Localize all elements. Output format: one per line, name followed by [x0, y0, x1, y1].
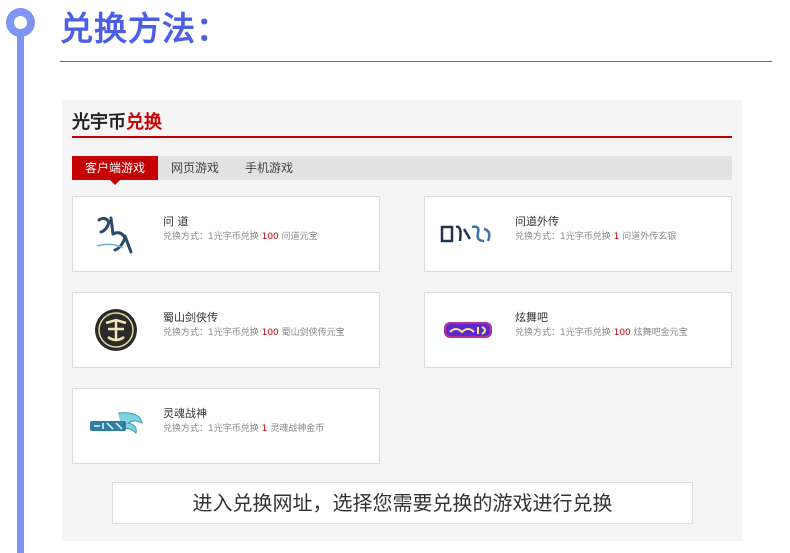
- exchange-rate: 100: [613, 328, 631, 338]
- exchange-description: 兑换方式：1光宇币兑换 1 问道外传玄银: [515, 232, 677, 242]
- game-name: 问 道: [163, 215, 189, 228]
- tab-web-games[interactable]: 网页游戏: [158, 156, 232, 180]
- game-name: 蜀山剑侠传: [163, 311, 218, 324]
- exchange-rate: 100: [261, 328, 279, 338]
- game-card-linghun[interactable]: 灵魂战神 兑换方式：1光宇币兑换 1 灵魂战神金币: [72, 388, 380, 464]
- game-type-tabs: 客户端游戏 网页游戏 手机游戏: [72, 156, 732, 185]
- exchange-rate: 100: [261, 232, 279, 242]
- exchange-description: 兑换方式：1光宇币兑换 100 蜀山剑侠传元宝: [163, 328, 345, 338]
- title-divider: [60, 61, 772, 62]
- panel-header: 光宇币兑换: [72, 108, 162, 134]
- exchange-description: 兑换方式：1光宇币兑换 100 问道元宝: [163, 232, 318, 242]
- game-name: 炫舞吧: [515, 311, 548, 324]
- game-name: 灵魂战神: [163, 407, 207, 420]
- linghun-logo-icon: [85, 403, 147, 449]
- panel-divider: [72, 136, 732, 138]
- wendao-logo-icon: [85, 211, 147, 257]
- game-card-wendao-waizhuan[interactable]: 问道外传 兑换方式：1光宇币兑换 1 问道外传玄银: [424, 196, 732, 272]
- panel-header-accent: 兑换: [126, 112, 162, 133]
- tab-mobile-games[interactable]: 手机游戏: [232, 156, 306, 180]
- panel-header-main: 光宇币: [72, 112, 126, 133]
- shushan-logo-icon: [85, 307, 147, 353]
- wendao-waizhuan-logo-icon: [437, 211, 499, 257]
- game-card-shushan[interactable]: 蜀山剑侠传 兑换方式：1光宇币兑换 100 蜀山剑侠传元宝: [72, 292, 380, 368]
- game-card-xuanwuba[interactable]: 炫舞吧 兑换方式：1光宇币兑换 100 炫舞吧金元宝: [424, 292, 732, 368]
- exchange-description: 兑换方式：1光宇币兑换 100 炫舞吧金元宝: [515, 328, 688, 338]
- timeline-line: [17, 30, 24, 553]
- exchange-panel: 光宇币兑换 客户端游戏 网页游戏 手机游戏 问 道 兑换方式：1光宇币兑换 10…: [62, 100, 742, 541]
- section-title: 兑换方法：: [60, 9, 230, 48]
- game-card-wendao[interactable]: 问 道 兑换方式：1光宇币兑换 100 问道元宝: [72, 196, 380, 272]
- xuanwuba-logo-icon: [437, 307, 499, 353]
- game-name: 问道外传: [515, 215, 559, 228]
- instruction-caption: 进入兑换网址，选择您需要兑换的游戏进行兑换: [112, 482, 693, 524]
- exchange-description: 兑换方式：1光宇币兑换 1 灵魂战神金币: [163, 424, 325, 434]
- tab-client-games[interactable]: 客户端游戏: [72, 156, 159, 185]
- timeline-dot-icon: [6, 8, 35, 37]
